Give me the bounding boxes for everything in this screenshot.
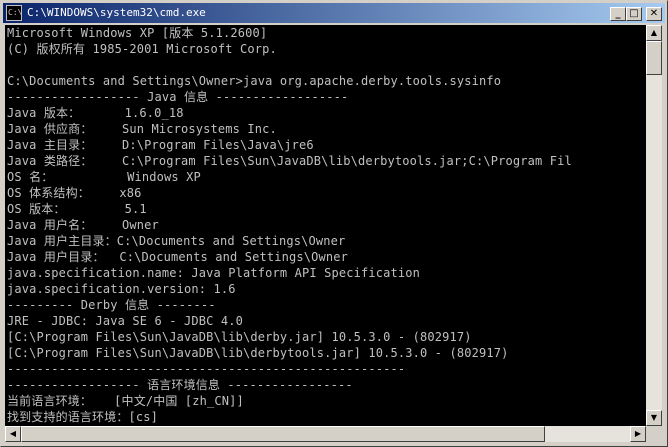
console-line: Java 用户名： Owner	[7, 218, 159, 232]
console-line: (C) 版权所有 1985-2001 Microsoft Corp.	[7, 42, 277, 56]
scroll-right-arrow-icon[interactable]: ▶	[630, 426, 646, 442]
minimize-button[interactable]: _	[610, 7, 626, 21]
scroll-left-arrow-icon[interactable]: ◀	[5, 426, 21, 442]
console-line: 当前语言环境： [中文/中国 [zh_CN]]	[7, 394, 244, 408]
title-bar[interactable]: C:\ C:\WINDOWS\system32\cmd.exe _ □ ✕	[3, 3, 665, 23]
resize-grip-icon[interactable]	[646, 426, 662, 442]
vertical-scrollbar[interactable]: ▲ ▼	[646, 25, 662, 426]
console-line: ----------------------------------------…	[7, 362, 406, 376]
console-line: Java 用户目录： C:\Documents and Settings\Own…	[7, 250, 348, 264]
vertical-scroll-thumb[interactable]	[646, 41, 662, 75]
console-line: OS 版本： 5.1	[7, 202, 147, 216]
console-line: OS 名： Windows XP	[7, 170, 201, 184]
console-line: 找到支持的语言环境：[cs]	[7, 410, 158, 424]
console-line: Java 用户主目录：C:\Documents and Settings\Own…	[7, 234, 346, 248]
console-line: C:\Documents and Settings\Owner>java org…	[7, 74, 502, 88]
console-line: Microsoft Windows XP [版本 5.1.2600]	[7, 26, 268, 40]
console-line: OS 体系结构： x86	[7, 186, 142, 200]
console-line: java.specification.version: 1.6	[7, 282, 236, 296]
console-line: Java 版本： 1.6.0_18	[7, 106, 184, 120]
scroll-down-arrow-icon[interactable]: ▼	[646, 410, 662, 426]
horizontal-scroll-thumb[interactable]	[21, 426, 545, 442]
console-line: ------------------ Java 信息 -------------…	[7, 90, 349, 104]
scroll-up-arrow-icon[interactable]: ▲	[646, 25, 662, 41]
console-line: JRE - JDBC: Java SE 6 - JDBC 4.0	[7, 314, 243, 328]
console-line: --------- Derby 信息 --------	[7, 298, 216, 312]
console-line: Java 类路径： C:\Program Files\Sun\JavaDB\li…	[7, 154, 572, 168]
console-output[interactable]: Microsoft Windows XP [版本 5.1.2600] (C) 版…	[5, 25, 646, 426]
console-line: Java 供应商： Sun Microsystems Inc.	[7, 122, 277, 136]
console-line: Java 主目录： D:\Program Files\Java\jre6	[7, 138, 314, 152]
console-line: java.specification.name: Java Platform A…	[7, 266, 420, 280]
console-line: [C:\Program Files\Sun\JavaDB\lib\derbyto…	[7, 346, 509, 360]
horizontal-scrollbar[interactable]: ◀ ▶	[5, 426, 646, 442]
maximize-button[interactable]: □	[626, 7, 642, 21]
console-line: ------------------ 语言环境信息 --------------…	[7, 378, 353, 392]
console-line: [C:\Program Files\Sun\JavaDB\lib\derby.j…	[7, 330, 472, 344]
cmd-window: C:\ C:\WINDOWS\system32\cmd.exe _ □ ✕ Mi…	[0, 0, 668, 447]
window-title: C:\WINDOWS\system32\cmd.exe	[27, 6, 206, 19]
close-button[interactable]: ✕	[646, 7, 662, 21]
cmd-app-icon[interactable]: C:\	[6, 5, 22, 21]
